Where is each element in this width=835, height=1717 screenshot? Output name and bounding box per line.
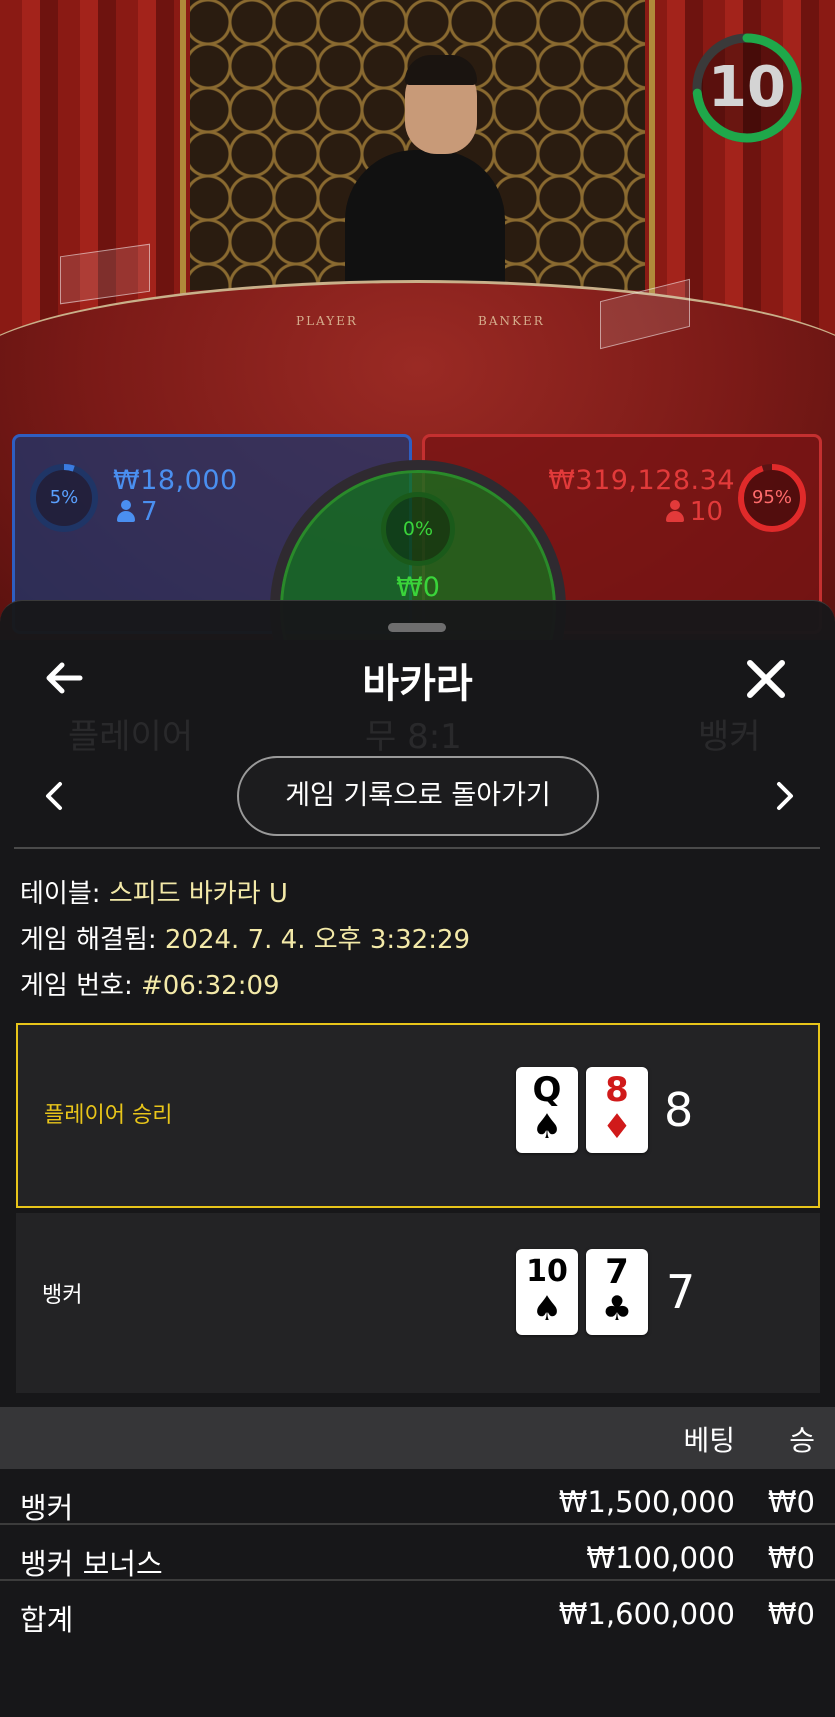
player-percent: 5% [49,487,79,508]
game-history-sheet: 플레이어 무 8:1 뱅커 바카라 게임 기록으로 돌아가기 테이블: 스피드 … [0,600,835,1717]
close-icon [747,660,785,698]
live-video: PLAYER BANKER 10 5% ₩18,000 7 ₩319,128.3… [0,0,835,640]
player-hand-score: 8 [664,1083,694,1137]
player-hand-label: 플레이어 승리 [44,1103,173,1128]
table-label-player: PLAYER [296,314,358,328]
info-resolved: 게임 해결됨: 2024. 7. 4. 오후 3:32:29 [20,925,471,955]
banker-bet-total: ₩319,128.34 [548,465,735,496]
sheet-grabber[interactable] [388,623,446,632]
countdown-timer: 10 [689,30,805,146]
table-label-banker: BANKER [478,314,545,328]
card-seven-clubs: 7 ♣ [586,1249,648,1335]
back-to-history-button[interactable]: 게임 기록으로 돌아가기 [237,756,599,836]
bets-table-header: 베팅 승 [0,1407,835,1469]
card-queen-spades: Q ♠ [516,1067,578,1153]
banker-percent-ring: 95% [735,461,809,535]
banker-bettor-count: 10 [665,497,723,527]
close-button[interactable] [738,651,794,707]
player-bettor-count: 7 [117,497,158,527]
person-icon [117,500,135,522]
banker-percent: 95% [751,487,792,508]
chevron-right-icon [777,782,793,810]
info-table: 테이블: 스피드 바카라 U [20,879,288,909]
next-game-button[interactable] [765,771,805,821]
bet-row-total: 합계 ₩1,600,000 ₩0 [20,1597,815,1637]
card-ten-spades: 10 ♠ [516,1249,578,1335]
banker-hand-result: 뱅커 10 ♠ 7 ♣ 7 [16,1213,820,1393]
person-icon [665,500,684,522]
bets-header-win: 승 [789,1424,815,1457]
player-hand-result: 플레이어 승리 Q ♠ 8 ♦ 8 [16,1023,820,1208]
banker-hand-label: 뱅커 [42,1283,83,1308]
banker-hand-score: 7 [666,1265,696,1319]
card-eight-diamonds: 8 ♦ [586,1067,648,1153]
sheet-title: 바카라 [362,661,473,707]
player-percent-ring: 5% [27,461,101,535]
info-game-number: 게임 번호: #06:32:09 [20,971,280,1001]
tie-percent: 0% [402,518,434,540]
divider [14,847,820,849]
timer-value: 10 [708,55,786,120]
player-bet-total: ₩18,000 [113,465,238,496]
chevron-left-icon [46,782,62,810]
bets-header-bet: 베팅 [683,1424,735,1457]
tie-bet-total: ₩0 [396,572,440,603]
prev-game-button[interactable] [34,771,74,821]
